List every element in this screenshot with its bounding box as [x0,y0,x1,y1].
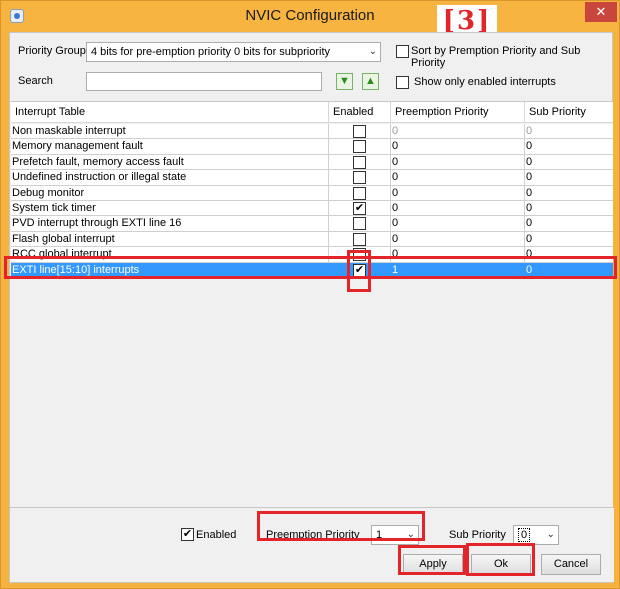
enabled-cell [329,247,391,263]
preemption-cell[interactable]: 0 [391,185,525,201]
enabled-cell [329,154,391,170]
enabled-cell: ✔ [329,262,391,278]
sub-priority-cell[interactable]: 0 [525,170,613,185]
close-button[interactable]: ✕ [585,2,617,22]
enabled-cell [329,231,391,247]
row-enabled-checkbox[interactable]: ✔ [353,202,366,215]
sort-checkbox[interactable] [396,45,409,58]
edit-panel: ✔ Enabled Preemption Priority 1 ⌄ Sub Pr… [10,507,614,582]
preemption-cell[interactable]: 0 [391,154,525,170]
search-down-button[interactable]: ▼ [336,73,353,90]
enabled-cell [329,185,391,201]
preemption-cell[interactable]: 0 [391,247,525,263]
sub-priority-select[interactable]: 0 ⌄ [513,525,559,545]
column-header-preemption[interactable]: Preemption Priority [391,102,525,123]
row-enabled-checkbox[interactable] [353,248,366,262]
interrupt-table: Interrupt Table Enabled Preemption Prior… [11,101,613,509]
chevron-down-icon: ⌄ [546,529,555,540]
table-row[interactable]: PVD interrupt through EXTI line 16 0 0 [11,216,613,232]
sub-priority-cell[interactable]: 0 [525,124,613,139]
row-enabled-checkbox[interactable] [353,186,366,200]
sub-priority-label: Sub Priority [449,529,506,541]
interrupt-name-cell: PVD interrupt through EXTI line 16 [11,216,329,232]
preemption-cell[interactable]: 0 [391,124,525,139]
search-label: Search [18,75,53,87]
dialog-client-area: Priority Group 4 bits for pre-emption pr… [9,32,614,583]
interrupt-name-cell: Prefetch fault, memory access fault [11,154,329,170]
arrow-down-icon: ▼ [339,75,350,87]
chevron-down-icon: ⌄ [368,46,377,57]
enabled-cell: ✔ [329,201,391,216]
row-enabled-checkbox[interactable] [353,232,366,246]
ok-button[interactable]: Ok [471,554,531,575]
interrupt-name-cell: System tick timer [11,201,329,216]
table-header: Interrupt Table Enabled Preemption Prior… [11,102,613,123]
interrupt-name-cell: RCC global interrupt [11,247,329,263]
preemption-priority-value: 1 [376,529,383,541]
preemption-cell[interactable]: 0 [391,216,525,232]
interrupt-name-cell: EXTI line[15:10] interrupts [11,262,329,278]
preemption-priority-select[interactable]: 1 ⌄ [371,525,419,545]
table-row[interactable]: System tick timer ✔ 0 0 [11,201,613,217]
enabled-cell [329,170,391,186]
preemption-priority-label: Preemption Priority [266,529,360,541]
row-enabled-checkbox[interactable] [353,217,366,231]
column-header-interrupt[interactable]: Interrupt Table [11,102,329,123]
enabled-cell [329,139,391,155]
cancel-button[interactable]: Cancel [541,554,601,575]
table-row[interactable]: Flash global interrupt 0 0 [11,231,613,248]
nvic-window: NVIC Configuration [3] ✕ Priority Group … [0,0,620,589]
preemption-cell[interactable]: 0 [391,201,525,216]
preemption-cell[interactable]: 0 [391,231,525,247]
row-enabled-checkbox[interactable] [353,125,366,138]
table-row[interactable]: Non maskable interrupt 0 0 [11,124,613,140]
sub-priority-cell[interactable]: 0 [525,186,613,201]
sub-priority-cell[interactable]: 0 [525,201,613,216]
chevron-down-icon: ⌄ [406,529,415,540]
sub-priority-cell[interactable]: 0 [525,216,613,231]
preemption-cell[interactable]: 1 [391,262,525,278]
table-row[interactable]: Prefetch fault, memory access fault 0 0 [11,154,613,171]
row-enabled-checkbox[interactable] [353,140,366,154]
preemption-cell[interactable]: 0 [391,170,525,186]
enabled-cell [329,216,391,232]
priority-group-select[interactable]: 4 bits for pre-emption priority 0 bits f… [86,42,381,62]
table-row[interactable]: Memory management fault 0 0 [11,139,613,155]
enabled-cell [329,124,391,139]
enabled-label: Enabled [196,529,237,541]
interrupt-name-cell: Undefined instruction or illegal state [11,170,329,186]
row-enabled-checkbox[interactable] [353,155,366,169]
table-row[interactable]: Debug monitor 0 0 [11,185,613,201]
sub-priority-cell[interactable]: 0 [525,263,613,278]
sub-priority-cell[interactable]: 0 [525,155,613,170]
row-enabled-checkbox[interactable]: ✔ [353,263,366,277]
column-header-sub[interactable]: Sub Priority [525,102,613,123]
search-input[interactable] [86,72,322,91]
apply-button[interactable]: Apply [403,554,463,575]
show-enabled-label: Show only enabled interrupts [414,76,556,88]
priority-group-label: Priority Group [18,45,86,57]
table-row[interactable]: RCC global interrupt 0 0 [11,247,613,263]
table-row[interactable]: EXTI line[15:10] interrupts ✔ 1 0 [11,262,613,278]
sub-priority-value: 0 [518,528,531,542]
search-up-button[interactable]: ▲ [362,73,379,90]
interrupt-name-cell: Flash global interrupt [11,231,329,247]
column-header-enabled[interactable]: Enabled [329,102,391,123]
priority-group-value: 4 bits for pre-emption priority 0 bits f… [91,46,331,58]
interrupt-name-cell: Debug monitor [11,185,329,201]
enabled-checkbox[interactable]: ✔ [181,528,194,541]
sub-priority-cell[interactable]: 0 [525,247,613,262]
arrow-up-icon: ▲ [365,75,376,87]
interrupt-name-cell: Non maskable interrupt [11,124,329,139]
window-title: NVIC Configuration [245,7,375,24]
preemption-cell[interactable]: 0 [391,139,525,155]
row-enabled-checkbox[interactable] [353,171,366,185]
sub-priority-cell[interactable]: 0 [525,139,613,154]
show-enabled-checkbox[interactable] [396,76,409,89]
interrupt-name-cell: Memory management fault [11,139,329,155]
sub-priority-cell[interactable]: 0 [525,232,613,247]
sort-label: Sort by Premption Priority and Sub Prior… [411,45,581,69]
table-row[interactable]: Undefined instruction or illegal state 0 0 [11,170,613,186]
title-bar: NVIC Configuration [3] ✕ [1,1,619,37]
